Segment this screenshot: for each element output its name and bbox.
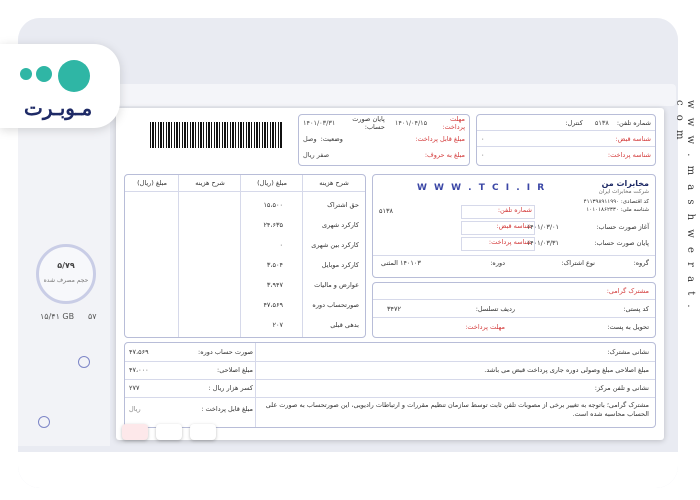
amount-in-words-value: صفر ریال xyxy=(303,150,330,159)
charge-amount: ۰ xyxy=(279,241,284,249)
action-button[interactable] xyxy=(190,424,216,440)
sequence-label: ردیف تسلسل: xyxy=(475,305,515,313)
charge-amount: ۱۵،۵۰۰ xyxy=(263,201,283,209)
start-value: ۱۴۰۱/۰۳/۰۱ xyxy=(526,223,559,231)
charge-amount: ۳،۵۰۴ xyxy=(266,261,283,269)
summary-value: ۴۷،۵۶۹ xyxy=(129,348,149,356)
charge-name: کارکرد بین شهری xyxy=(311,241,359,249)
due-value: ۱۴۰۱/۰۴/۱۵ xyxy=(394,118,428,127)
summary-notes: صورت حساب دوره: ۴۷،۵۶۹ مبلغ اصلاحی: ۴۷،۰… xyxy=(124,342,656,428)
subscription-type-label: نوع اشتراک: xyxy=(561,259,595,267)
table-header: مبلغ (ریال) xyxy=(257,179,287,187)
group-label: گروه: xyxy=(633,259,649,267)
summary-label: مبلغ اصلاحی: xyxy=(217,366,253,374)
period-end-label: پایان صورت حساب: xyxy=(352,114,385,131)
period-end-value: ۱۴۰۱/۰۳/۳۱ xyxy=(303,118,336,127)
summary-value: ۲۷۷ xyxy=(129,384,140,392)
address-label: نشانی مشترک: xyxy=(607,348,649,356)
due-box: مهلت پرداخت: ۱۴۰۱/۰۴/۱۵ پایان صورت حساب:… xyxy=(298,114,470,166)
postal-code-label: کد پستی: xyxy=(623,305,649,313)
charge-name: صورتحساب دوره xyxy=(312,301,359,309)
background-sidebar: ۵/۷۹ حجم مصرف شده ۱۵/۴۱ GB ۵۷ xyxy=(18,116,110,446)
background-topbar xyxy=(116,84,676,106)
table-header: مبلغ (ریال) xyxy=(137,179,167,187)
company-name: مخابرات من xyxy=(601,179,649,188)
national-id-label: شناسه ملی: xyxy=(620,207,649,213)
eco-code-value: ۴۱۱۳۹۸۹۱۱۹۹۰ xyxy=(583,199,620,205)
company-box: مخابرات من شرکت مخابرات ایران W W W . T … xyxy=(372,174,656,278)
control-label: کنترل: xyxy=(565,118,583,127)
bill-id-label: شناسه قبض: xyxy=(615,134,651,143)
customer-title: مشترک گرامی: xyxy=(606,287,649,295)
usage-value: ۵/۷۹ xyxy=(57,261,75,270)
usage-stat-2: ۵۷ xyxy=(88,312,97,321)
summary-value: ۴۷،۰۰۰ xyxy=(129,366,149,374)
due-label: مهلت پرداخت: xyxy=(442,114,465,131)
summary-label: کسر هزار ریال : xyxy=(208,384,253,392)
charge-name: کارکرد شهری xyxy=(322,221,359,229)
amount-in-words-label: مبلغ به حروف: xyxy=(424,150,465,159)
customer-due-label: مهلت پرداخت: xyxy=(465,323,505,331)
summary-label: صورت حساب دوره: xyxy=(198,348,253,356)
settings-icon[interactable] xyxy=(78,356,90,368)
table-header: شرح هزینه xyxy=(319,179,349,187)
pay-id-value: ۰ xyxy=(481,150,485,159)
charge-amount: ۲۴،۶۳۵ xyxy=(263,221,283,229)
logo: مـوبـرت xyxy=(0,44,120,128)
company-subtitle: شرکت مخابرات ایران xyxy=(598,189,649,195)
charge-amount: ۳،۹۴۷ xyxy=(266,281,283,289)
status-label: وضعیت: xyxy=(320,134,343,143)
bill-id-value: ۰ xyxy=(481,134,485,143)
usage-stat: ۱۵/۴۱ GB xyxy=(40,312,75,321)
end-value: ۱۴۰۱/۰۳/۳۱ xyxy=(526,239,559,247)
bill-header-box: شماره تلفن: ۵۱۳۸ کنترل: شناسه قبض: ۰ شنا… xyxy=(476,114,656,166)
note-text: مشترک گرامی؛ باتوجه به تغییر برخی از مصو… xyxy=(265,401,649,418)
company-phone-value: ۵۱۳۸ xyxy=(379,207,393,215)
national-id-value: ۱۰۱۰۱۸۶۲۳۳۰ xyxy=(586,207,619,213)
usage-gauge: ۵/۷۹ حجم مصرف شده xyxy=(36,244,96,304)
payable-label: مبلغ قابل پرداخت: xyxy=(415,134,465,143)
charge-amount: ۲۰۷ xyxy=(272,321,283,329)
barcode xyxy=(150,122,282,148)
charges-table: شرح هزینه مبلغ (ریال) شرح هزینه مبلغ (ری… xyxy=(124,174,366,338)
phone-bill: شماره تلفن: ۵۱۳۸ کنترل: شناسه قبض: ۰ شنا… xyxy=(116,108,664,440)
charge-name: عوارض و مالیات xyxy=(314,281,359,289)
website-url[interactable]: W W W . T C I . I R xyxy=(417,183,546,193)
table-header: شرح هزینه xyxy=(195,179,225,187)
start-label: آغاز صورت حساب: xyxy=(596,223,649,231)
summary-label: مبلغ قابل پرداخت : xyxy=(201,405,253,413)
usage-caption: حجم مصرف شده xyxy=(43,277,89,284)
post-delivery-label: تحویل به پست: xyxy=(607,323,649,331)
action-button[interactable] xyxy=(156,424,182,440)
company-phone-label: شماره تلفن: xyxy=(497,206,532,214)
summary-value: ریال xyxy=(129,405,141,413)
menu-icon[interactable] xyxy=(38,416,50,428)
customer-box: مشترک گرامی: کد پستی: ردیف تسلسل: ۳۴۷۲ ت… xyxy=(372,282,656,338)
watermark-text: w w w . m a s h w e r a t . c o m xyxy=(674,100,696,311)
end-label: پایان صورت حساب: xyxy=(594,239,649,247)
bottom-strip xyxy=(18,452,678,488)
eco-code-label: کد اقتصادی: xyxy=(620,199,649,205)
sequence-value: ۳۴۷۲ xyxy=(387,305,401,313)
period-value: ۱۴۰۱۰۳ المثنی xyxy=(381,259,421,267)
charge-amount: ۴۷،۵۶۹ xyxy=(263,301,283,309)
charge-name: حق اشتراک xyxy=(327,201,359,209)
note-text: مبلغ اصلاحی مبلغ وصولی دوره جاری پرداخت … xyxy=(484,366,649,374)
phone-label: شماره تلفن: xyxy=(616,118,651,127)
charge-name: بدهی قبلی xyxy=(330,321,359,329)
phone-value: ۵۱۳۸ xyxy=(594,118,609,127)
action-button[interactable] xyxy=(122,424,148,440)
status-value: وصل xyxy=(303,134,317,143)
period-label: دوره: xyxy=(490,259,505,267)
logo-text: مـوبـرت xyxy=(24,96,93,120)
pay-id-label: شناسه پرداخت: xyxy=(607,150,651,159)
center-label: نشانی و تلفن مرکز: xyxy=(594,384,649,392)
charge-name: کارکرد موبایل xyxy=(321,261,359,269)
